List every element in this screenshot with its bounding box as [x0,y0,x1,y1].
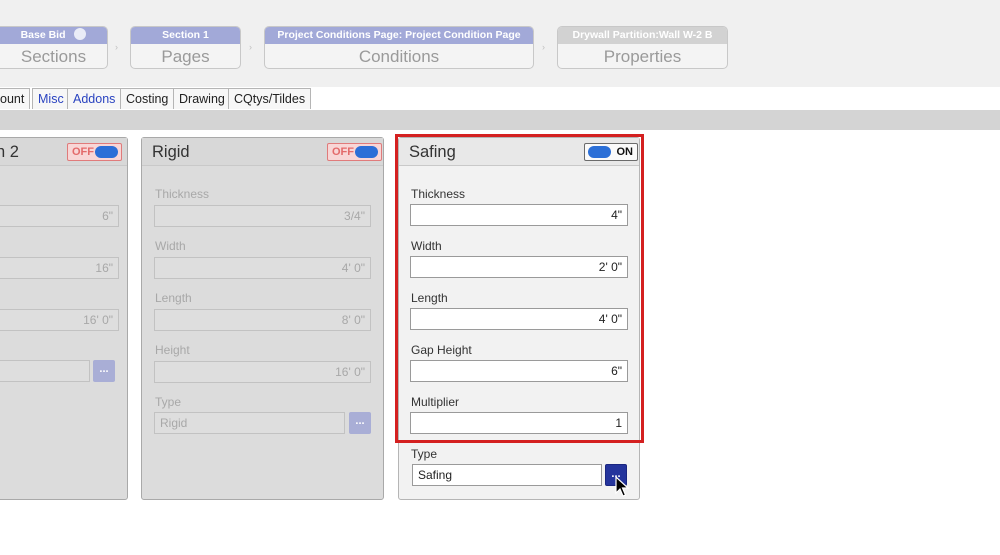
thickness-field[interactable]: 3/4" [154,205,371,227]
panel-title: n 2 [0,143,19,161]
field-value[interactable]: 16' 0" [0,309,119,331]
type-field[interactable] [0,360,90,382]
breadcrumb-properties-label: Properties [603,47,682,66]
multiplier-field[interactable]: 1 [410,412,628,434]
breadcrumb-properties-header: Drywall Partition:Wall W-2 B [558,27,727,44]
length-field[interactable]: 8' 0" [154,309,371,331]
length-label: Length [411,291,448,305]
tab-costing[interactable]: Costing [120,88,175,109]
browse-button[interactable]: ... [349,412,371,434]
breadcrumb-conditions[interactable]: Project Conditions Page: Project Conditi… [264,26,534,69]
tab-addons[interactable]: Addons [67,88,122,109]
breadcrumb-conditions-label: Conditions [358,47,440,66]
chevron-right-icon: › [249,42,252,52]
width-field[interactable]: 4' 0" [154,257,371,279]
tab-drawing[interactable]: Drawing [173,88,231,109]
tab-count[interactable]: ount [0,88,31,109]
field-value[interactable]: 16" [0,257,119,279]
field-value[interactable]: 6" [0,205,119,227]
panel-left-partial: n 2 OFF 6" 16" 16' 0" ... [0,137,128,500]
toggle-knob [355,146,378,158]
thickness-label: Thickness [411,187,466,201]
height-label: Height [155,343,190,357]
multiplier-label: Multiplier [411,395,460,409]
panel-rigid: Rigid OFF Thickness 3/4" Width 4' 0" Len… [141,137,384,500]
type-label: Type [411,447,438,461]
chevron-right-icon: › [115,42,118,52]
toggle-knob [588,146,611,158]
breadcrumb-bar: Base Bid Sections › Section 1 Pages › Pr… [0,0,1000,87]
length-field[interactable]: 4' 0" [410,308,628,330]
panel-safing: Safing ON Thickness 4" Width 2' 0" Lengt… [398,137,640,500]
toggle-on[interactable]: ON [584,143,638,161]
toggle-knob [95,146,118,158]
tab-cqtys-tildes[interactable]: CQtys/Tildes [228,88,312,109]
chevron-right-icon: › [542,42,545,52]
breadcrumb-sections[interactable]: Base Bid Sections [0,26,108,69]
thickness-label: Thickness [155,187,210,201]
thickness-field[interactable]: 4" [410,204,628,226]
toggle-off[interactable]: OFF [327,143,382,161]
breadcrumb-pages-header: Section 1 [131,27,240,44]
browse-button[interactable]: ... [93,360,115,382]
type-label: Type [155,395,182,409]
breadcrumb-pages-label: Pages [161,47,210,66]
user-icon [74,28,87,41]
gap-height-label: Gap Height [411,343,472,357]
breadcrumb-pages[interactable]: Section 1 Pages [130,26,241,69]
height-field[interactable]: 16' 0" [154,361,371,383]
width-field[interactable]: 2' 0" [410,256,628,278]
width-label: Width [411,239,442,253]
toggle-off[interactable]: OFF [67,143,122,161]
width-label: Width [155,239,186,253]
breadcrumb-conditions-header: Project Conditions Page: Project Conditi… [265,27,533,44]
breadcrumb-sections-header: Base Bid [0,27,107,44]
breadcrumb-sections-label: Sections [20,47,87,66]
breadcrumb-properties[interactable]: Drywall Partition:Wall W-2 B Properties [557,26,728,69]
type-field[interactable]: Safing [412,464,602,486]
mouse-cursor-icon [615,476,630,497]
panel-title: Rigid [152,143,190,161]
tab-misc[interactable]: Misc [32,88,70,109]
panel-title: Safing [409,143,456,161]
toolbar-strip [0,110,1000,130]
length-label: Length [155,291,192,305]
gap-height-field[interactable]: 6" [410,360,628,382]
type-field[interactable]: Rigid [154,412,345,434]
